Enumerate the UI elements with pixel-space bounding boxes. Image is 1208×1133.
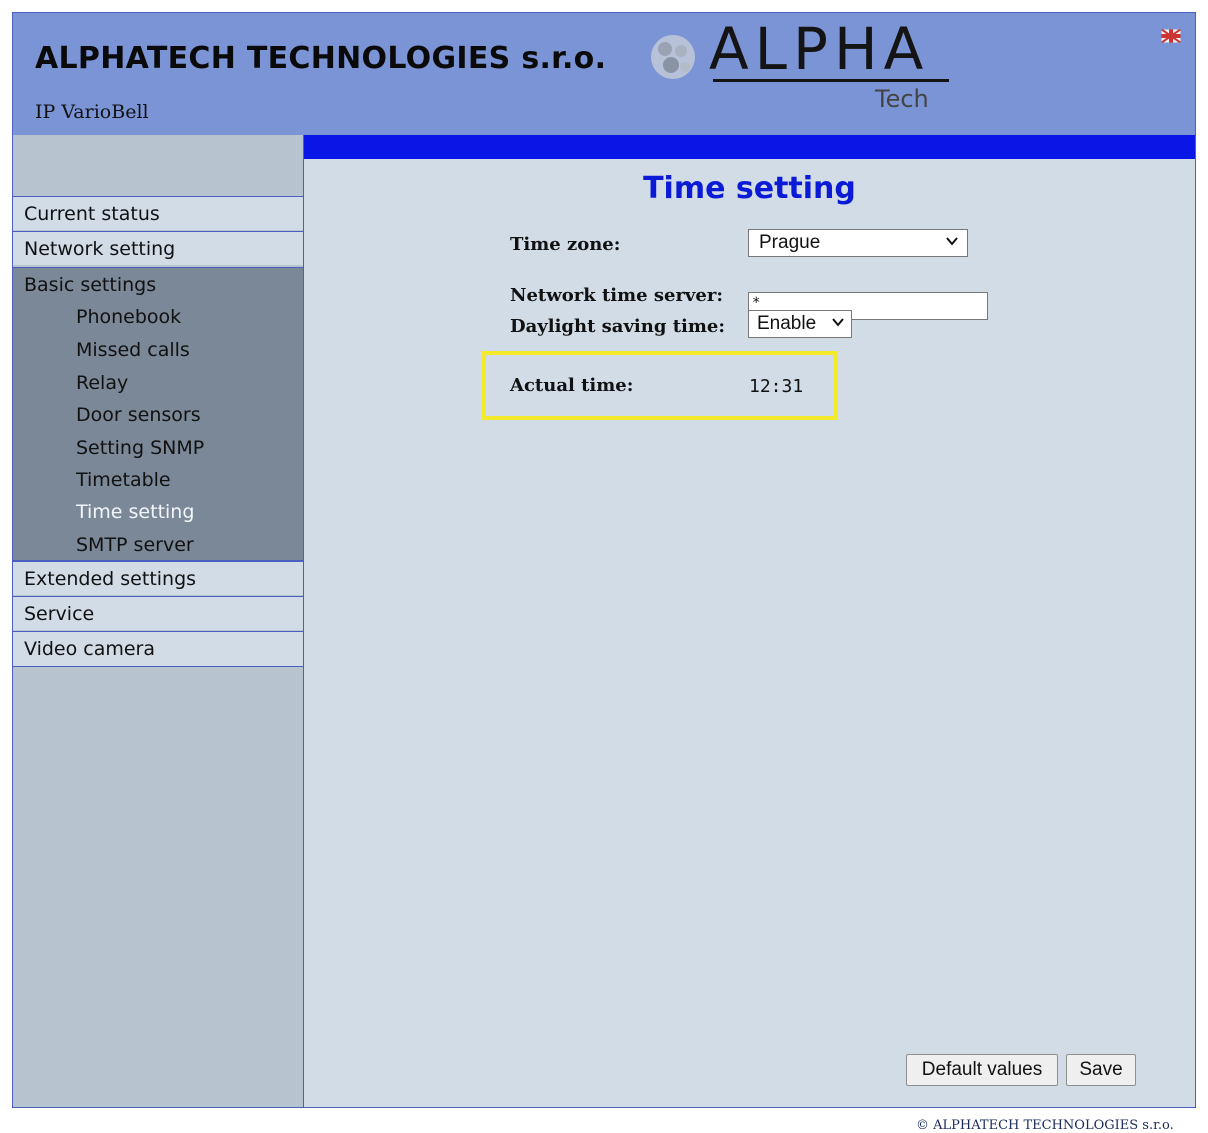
sidebar-item-current-status[interactable]: Current status	[13, 196, 303, 230]
daylight-saving-value: Enable	[757, 313, 817, 334]
sidebar-item-service[interactable]: Service	[13, 596, 303, 630]
actual-time-value: 12:31	[749, 376, 804, 397]
product-name: IP VarioBell	[35, 101, 149, 123]
logo-emblem-icon	[651, 35, 695, 79]
save-button[interactable]: Save	[1066, 1054, 1136, 1086]
network-time-server-label: Network time server:	[510, 285, 723, 306]
sidebar-subitem-smtp-server[interactable]: SMTP server	[76, 534, 194, 556]
time-zone-value: Prague	[759, 232, 821, 253]
sidebar-item-network-setting[interactable]: Network setting	[13, 231, 303, 265]
daylight-saving-select[interactable]: Enable	[748, 310, 852, 338]
accent-bar	[304, 135, 1195, 159]
sidebar-subitem-door-sensors[interactable]: Door sensors	[76, 404, 201, 426]
sidebar: Current status Network setting Basic set…	[13, 135, 304, 1107]
header: ALPHATECH TECHNOLOGIES s.r.o. IP VarioBe…	[13, 13, 1195, 135]
sidebar-subitem-relay[interactable]: Relay	[76, 372, 128, 394]
sidebar-subitem-missed-calls[interactable]: Missed calls	[76, 339, 190, 361]
chevron-down-icon	[946, 237, 958, 246]
sidebar-item-basic-settings[interactable]: Basic settings	[24, 274, 156, 296]
time-zone-select[interactable]: Prague	[748, 229, 968, 257]
logo-subtext: Tech	[875, 85, 929, 113]
daylight-saving-label: Daylight saving time:	[510, 316, 725, 337]
sidebar-subitem-time-setting[interactable]: Time setting	[76, 501, 194, 523]
sidebar-item-extended-settings[interactable]: Extended settings	[13, 561, 303, 595]
app-frame: ALPHATECH TECHNOLOGIES s.r.o. IP VarioBe…	[12, 12, 1196, 1108]
actual-time-label: Actual time:	[510, 375, 634, 396]
sidebar-subitem-phonebook[interactable]: Phonebook	[76, 306, 181, 328]
main-content: Time setting Time zone: Prague Network t…	[304, 159, 1195, 1107]
sidebar-group-basic-settings: Basic settings Phonebook Missed calls Re…	[13, 267, 303, 561]
footer-copyright: © ALPHATECH TECHNOLOGIES s.r.o.	[916, 1118, 1174, 1133]
page-title: Time setting	[643, 171, 856, 206]
logo-underline	[713, 79, 949, 82]
company-name: ALPHATECH TECHNOLOGIES s.r.o.	[35, 41, 607, 76]
chevron-down-icon	[832, 318, 844, 327]
logo-wordmark: ALPHA	[709, 15, 930, 83]
default-values-button[interactable]: Default values	[906, 1054, 1058, 1086]
uk-flag-icon[interactable]	[1161, 29, 1181, 43]
sidebar-subitem-setting-snmp[interactable]: Setting SNMP	[76, 437, 204, 459]
sidebar-subitem-timetable[interactable]: Timetable	[76, 469, 171, 491]
time-zone-label: Time zone:	[510, 234, 621, 255]
sidebar-item-video-camera[interactable]: Video camera	[13, 631, 303, 667]
